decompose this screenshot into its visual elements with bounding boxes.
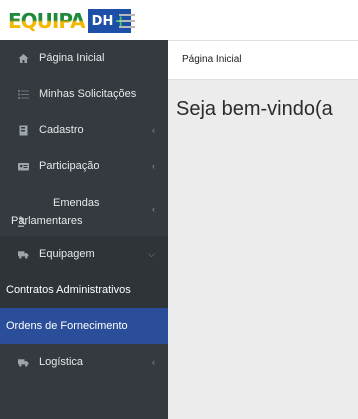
book-icon: [18, 125, 29, 136]
chevron-left-icon: ‹: [152, 125, 155, 135]
sidebar: Página Inicial Minhas Solicitações Cadas…: [0, 40, 168, 419]
sidebar-item-pagina-inicial[interactable]: Página Inicial: [0, 40, 168, 76]
sidebar-item-label: Minhas Solicitações: [39, 88, 137, 100]
sidebar-subitem-label: Contratos Administrativos: [6, 284, 131, 296]
sidebar-item-participacao[interactable]: Participação ‹: [0, 148, 168, 184]
equipagem-submenu: Contratos Administrativos Ordens de Forn…: [0, 272, 168, 344]
sidebar-item-cadastro[interactable]: Cadastro ‹: [0, 112, 168, 148]
logo-dh-text: DH: [91, 13, 114, 29]
truck-icon: [18, 357, 29, 368]
sidebar-item-label: Participação: [39, 160, 100, 172]
sidebar-item-equipagem[interactable]: Equipagem ⌵: [0, 236, 168, 272]
sidebar-item-label: Equipagem: [39, 248, 95, 260]
welcome-heading: Seja bem-vindo(a: [176, 98, 333, 120]
breadcrumb: Página Inicial: [168, 40, 358, 80]
sidebar-item-label-text: Emendas Parlamentares: [11, 197, 100, 227]
top-header: EQUIPA DH+: [0, 0, 358, 40]
chevron-down-icon: ⌵: [148, 248, 155, 259]
chevron-left-icon: ‹: [152, 204, 155, 214]
equipa-dh-logo[interactable]: EQUIPA DH+: [8, 8, 131, 34]
breadcrumb-current: Página Inicial: [182, 54, 242, 65]
home-icon: [18, 53, 29, 64]
sidebar-subitem-contratos-administrativos[interactable]: Contratos Administrativos: [0, 272, 168, 308]
sidebar-subitem-ordens-de-fornecimento[interactable]: Ordens de Fornecimento: [0, 308, 168, 344]
sidebar-item-label: Logística: [39, 356, 84, 368]
sidebar-item-logistica[interactable]: Logística ‹: [0, 344, 168, 380]
sidebar-item-label: Cadastro: [39, 124, 84, 136]
id-card-icon: [18, 161, 29, 172]
chevron-left-icon: ‹: [152, 357, 155, 367]
menu-toggle-icon[interactable]: [119, 10, 135, 30]
truck-icon: [18, 249, 29, 260]
sidebar-item-label: Página Inicial: [39, 52, 105, 64]
sidebar-item-minhas-solicitacoes[interactable]: Minhas Solicitações: [0, 76, 168, 112]
sidebar-subitem-label: Ordens de Fornecimento: [6, 320, 128, 332]
sidebar-item-emendas-parlamentares[interactable]: Emendas Parlamentares ‹: [0, 184, 168, 236]
chevron-left-icon: ‹: [152, 161, 155, 171]
sidebar-item-label: Emendas Parlamentares: [0, 194, 116, 230]
list-icon: [18, 89, 29, 100]
logo-wordmark: EQUIPA: [8, 9, 86, 33]
